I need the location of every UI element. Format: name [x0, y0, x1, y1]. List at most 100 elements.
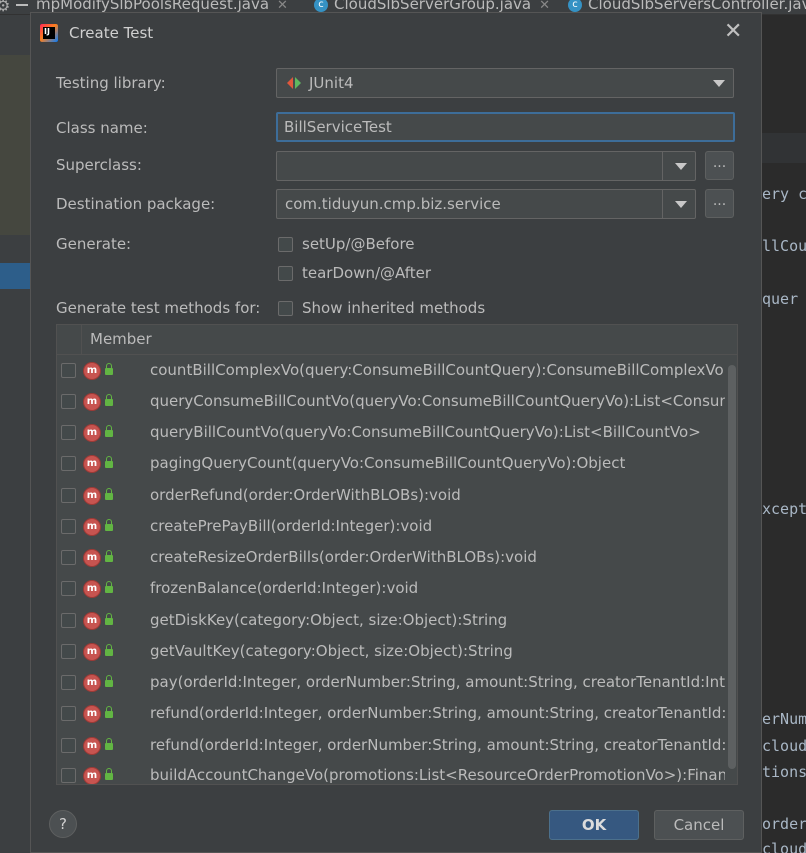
table-row[interactable]: m orderRefund(order:OrderWithBLOBs):void — [57, 481, 725, 512]
panel-highlight — [0, 55, 30, 235]
code-line: quer — [762, 290, 799, 308]
row-checkbox[interactable] — [61, 488, 76, 503]
method-icon: m — [84, 675, 100, 691]
table-row[interactable]: m frozenBalance(orderId:Integer):void — [57, 574, 725, 605]
table-row[interactable]: m createPrePayBill(orderId:Integer):void — [57, 512, 725, 543]
lock-icon — [105, 425, 113, 437]
method-icon: m — [84, 644, 100, 660]
show-inherited-checkbox[interactable] — [278, 301, 293, 316]
header-check-column[interactable] — [57, 325, 82, 354]
combo-divider — [662, 152, 663, 180]
class-icon: c — [314, 0, 328, 12]
project-panel — [0, 15, 30, 853]
minus-icon — [16, 3, 28, 6]
chevron-down-icon[interactable] — [675, 163, 687, 170]
code-line: tions — [762, 763, 806, 781]
gear-icon[interactable]: ⚙ — [0, 0, 10, 14]
lock-icon — [105, 394, 113, 406]
code-line: llCou — [762, 237, 806, 255]
row-checkbox[interactable] — [61, 581, 76, 596]
member-table: Member m countBillComplexVo(query:Consume… — [56, 324, 738, 785]
code-line: xcept — [762, 500, 806, 518]
method-icon: m — [84, 425, 100, 441]
ok-button[interactable]: OK — [549, 810, 639, 840]
destination-package-browse-button[interactable]: ... — [705, 189, 734, 218]
show-inherited-label[interactable]: Show inherited methods — [302, 299, 485, 317]
teardown-after-label[interactable]: tearDown/@After — [302, 264, 431, 282]
row-checkbox[interactable] — [61, 519, 76, 534]
row-checkbox[interactable] — [61, 675, 76, 690]
scrollbar-thumb[interactable] — [728, 365, 736, 769]
method-signature: createResizeOrderBills(order:OrderWithBL… — [150, 548, 537, 566]
lock-icon — [105, 644, 113, 656]
row-checkbox[interactable] — [61, 738, 76, 753]
class-name-input[interactable] — [276, 112, 735, 142]
vertical-scrollbar[interactable] — [726, 355, 737, 784]
row-checkbox[interactable] — [61, 363, 76, 378]
table-row[interactable]: m refund(orderId:Integer, orderNumber:Str… — [57, 699, 725, 730]
row-checkbox[interactable] — [61, 550, 76, 565]
generate-label: Generate: — [56, 235, 132, 253]
table-row[interactable]: m queryBillCountVo(queryVo:ConsumeBillCou… — [57, 418, 725, 449]
table-row[interactable]: m countBillComplexVo(query:ConsumeBillCou… — [57, 356, 725, 387]
method-signature: getDiskKey(category:Object, size:Object)… — [150, 611, 508, 629]
row-checkbox[interactable] — [61, 394, 76, 409]
chevron-down-icon — [713, 80, 725, 87]
lock-icon — [105, 768, 113, 780]
method-icon: m — [84, 519, 100, 535]
table-row[interactable]: m buildAccountChangeVo(promotions:List<Re… — [57, 761, 725, 784]
dialog-title-bar: IJ Create Test ✕ — [31, 13, 761, 53]
superclass-browse-button[interactable]: ... — [705, 151, 734, 180]
cancel-button[interactable]: Cancel — [654, 810, 744, 840]
row-checkbox[interactable] — [61, 613, 76, 628]
combo-divider — [662, 190, 663, 218]
row-checkbox[interactable] — [61, 425, 76, 440]
table-row[interactable]: m pagingQueryCount(queryVo:ConsumeBillCou… — [57, 449, 725, 480]
table-row[interactable]: m getDiskKey(category:Object, size:Object… — [57, 606, 725, 637]
member-column-header[interactable]: Member — [90, 330, 152, 348]
lock-icon — [105, 738, 113, 750]
help-button[interactable]: ? — [49, 810, 77, 838]
method-signature: countBillComplexVo(query:ConsumeBillCoun… — [150, 361, 724, 379]
table-row[interactable]: m pay(orderId:Integer, orderNumber:String… — [57, 668, 725, 699]
method-icon: m — [84, 456, 100, 472]
table-row[interactable]: m queryConsumeBillCountVo(queryVo:Consume… — [57, 387, 725, 418]
lock-icon — [105, 488, 113, 500]
destination-package-combo[interactable]: com.tiduyun.cmp.biz.service — [276, 189, 696, 219]
teardown-after-checkbox[interactable] — [278, 266, 293, 281]
table-body: m countBillComplexVo(query:ConsumeBillCou… — [57, 355, 725, 784]
lock-icon — [105, 675, 113, 687]
generate-methods-label: Generate test methods for: — [56, 299, 261, 317]
testing-library-select[interactable]: JUnit4 — [276, 68, 734, 98]
chevron-down-icon[interactable] — [675, 201, 687, 208]
lock-icon — [105, 581, 113, 593]
panel-selection — [0, 263, 30, 289]
method-icon: m — [84, 363, 100, 379]
junit-icon — [287, 77, 303, 89]
lock-icon — [105, 456, 113, 468]
row-checkbox[interactable] — [61, 644, 76, 659]
table-row[interactable]: m refund(orderId:Integer, orderNumber:Str… — [57, 731, 725, 762]
table-header: Member — [57, 325, 737, 355]
method-signature: frozenBalance(orderId:Integer):void — [150, 579, 419, 597]
code-line: cloud — [762, 840, 806, 853]
editor-line-highlight — [762, 133, 806, 163]
table-row[interactable]: m getVaultKey(category:Object, size:Objec… — [57, 637, 725, 668]
code-line: ery c — [762, 185, 806, 203]
intellij-idea-icon: IJ — [40, 24, 58, 42]
method-signature: buildAccountChangeVo(promotions:List<Res… — [150, 766, 725, 784]
lock-icon — [105, 363, 113, 375]
superclass-combo[interactable] — [276, 151, 696, 181]
lock-icon — [105, 706, 113, 718]
row-checkbox[interactable] — [61, 768, 76, 783]
row-checkbox[interactable] — [61, 706, 76, 721]
setup-before-checkbox[interactable] — [278, 237, 293, 252]
row-checkbox[interactable] — [61, 456, 76, 471]
setup-before-label[interactable]: setUp/@Before — [302, 235, 415, 253]
close-icon[interactable]: ✕ — [724, 21, 742, 43]
lock-icon — [105, 550, 113, 562]
table-row[interactable]: m createResizeOrderBills(order:OrderWithB… — [57, 543, 725, 574]
testing-library-label: Testing library: — [56, 74, 166, 92]
code-editor-fragment: ery c llCou quer xcept erNum cloud tions… — [762, 15, 806, 853]
code-line: cloud — [762, 737, 806, 755]
